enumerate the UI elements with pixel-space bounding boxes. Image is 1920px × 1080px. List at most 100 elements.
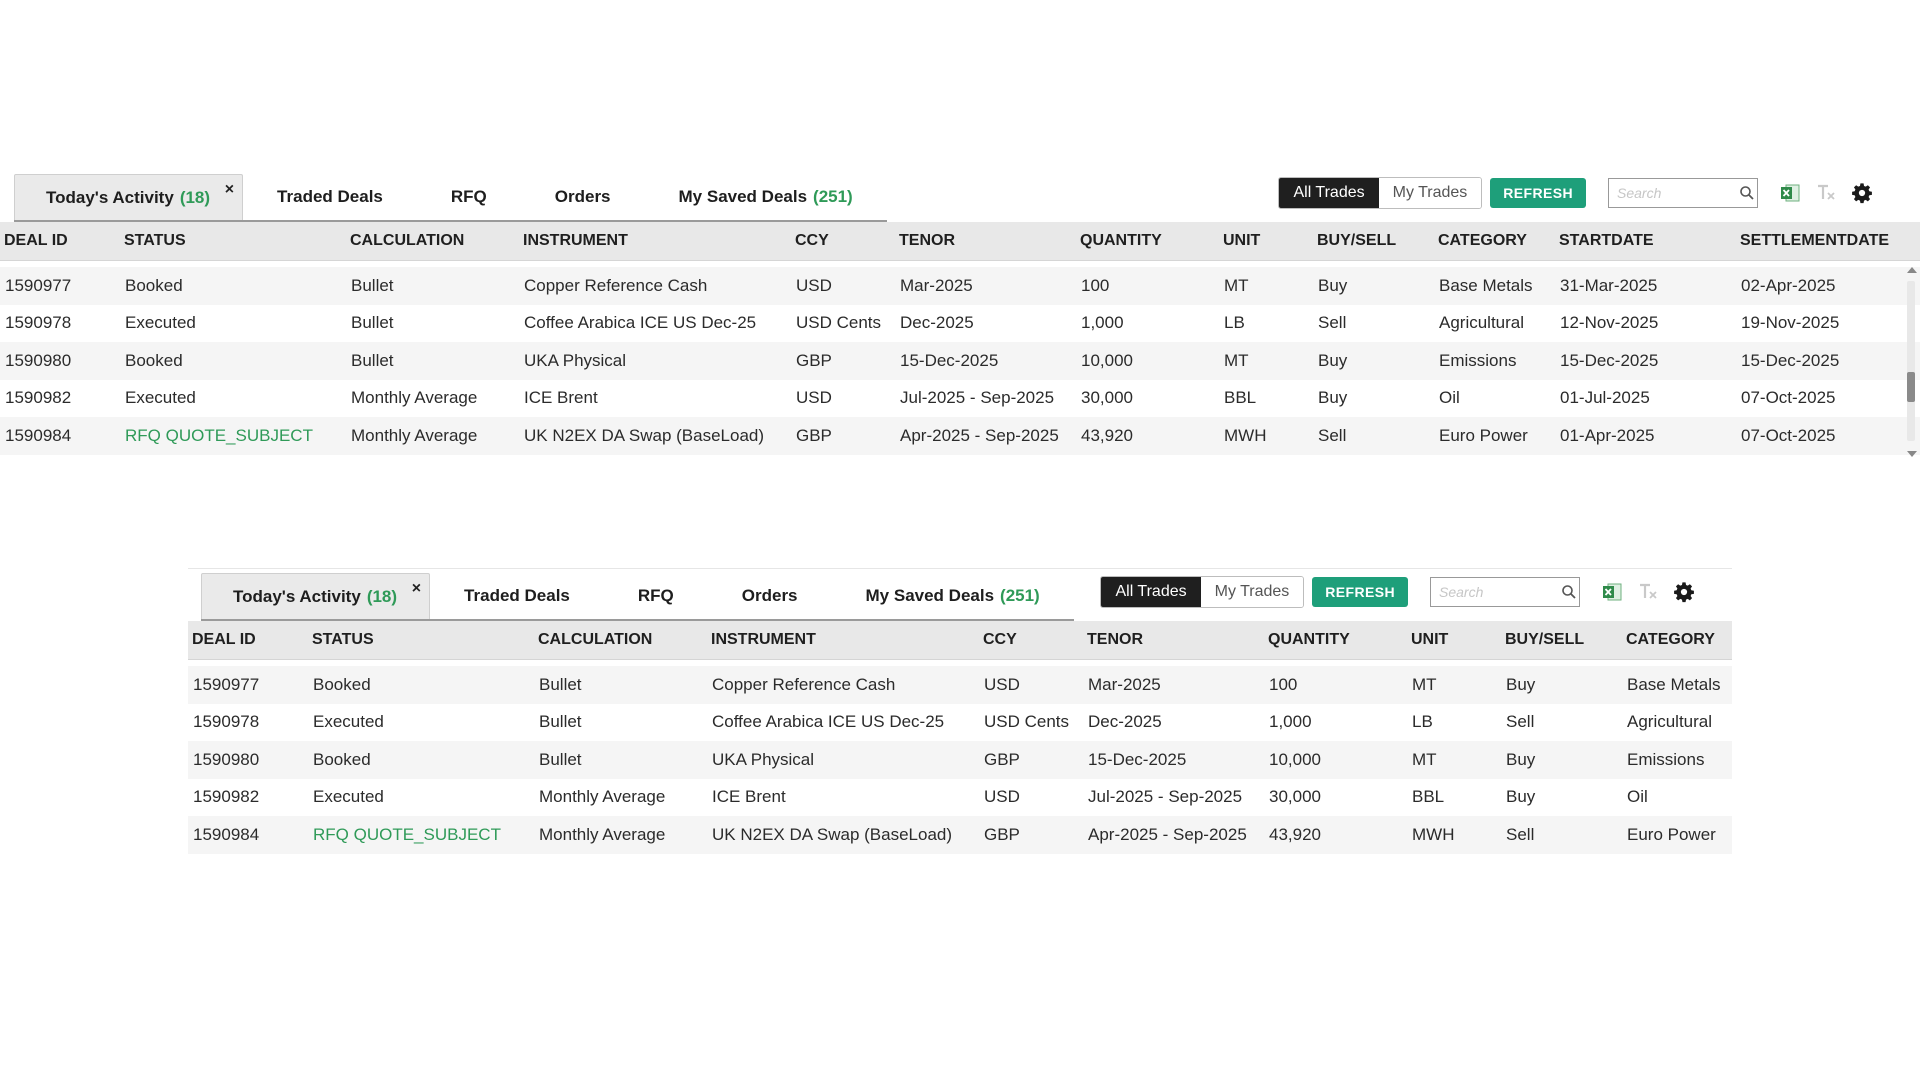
scroll-down-icon[interactable] [1907,451,1917,457]
tab-my-saved-deals[interactable]: My Saved Deals (251) [832,573,1074,619]
column-header-deal-id[interactable]: DEAL ID [0,232,120,250]
clear-filter-icon[interactable] [1808,178,1844,208]
cell-ccy: USD Cents [984,712,1070,732]
cell-calculation: Bullet [351,313,394,333]
table-row[interactable]: 1590978 Executed Bullet Coffee Arabica ICE … [188,703,1732,741]
tab-count: (251) [1000,586,1040,605]
tab-orders[interactable]: Orders [521,174,645,220]
cell-instrument: UKA Physical [712,749,815,769]
cell-status: Booked [125,350,183,370]
cell-deal-id: 1590978 [193,712,260,732]
tab-rfq[interactable]: RFQ [604,573,708,619]
cell-instrument: UK N2EX DA Swap (BaseLoad) [524,425,765,445]
tab-traded-deals[interactable]: Traded Deals [430,573,604,619]
cell-buy-sell: Buy [1318,388,1348,408]
close-icon[interactable]: × [225,181,234,199]
excel-export-icon[interactable] [1772,178,1808,208]
table-row[interactable]: 1590984 RFQ QUOTE_SUBJECT Monthly Average U… [188,816,1732,854]
cell-unit: LB [1412,712,1433,732]
toolbar-controls: All Trades My Trades REFRESH [1100,575,1702,609]
cell-unit: MT [1412,749,1437,769]
cell-ccy: USD Cents [796,313,882,333]
cell-category: Agricultural [1439,313,1525,333]
column-header-tenor[interactable]: TENOR [1083,631,1264,649]
column-header-status[interactable]: STATUS [120,232,346,250]
cell-unit: MT [1224,350,1249,370]
cell-deal-id: 1590980 [193,749,260,769]
cell-startdate: 31-Mar-2025 [1560,275,1658,295]
cell-tenor: Mar-2025 [1088,674,1161,694]
column-header-category[interactable]: CATEGORY [1622,631,1732,649]
table-row[interactable]: 1590984 RFQ QUOTE_SUBJECT Monthly Average U… [0,417,1920,455]
table-row[interactable]: 1590980 Booked Bullet UKA Physical GBP 15-Dec… [188,741,1732,779]
all-trades-button[interactable]: All Trades [1279,178,1379,208]
column-header-quantity[interactable]: QUANTITY [1076,232,1219,250]
clear-filter-icon[interactable] [1630,577,1666,607]
cell-category: Base Metals [1627,674,1721,694]
column-header-ccy[interactable]: CCY [791,232,895,250]
cell-instrument: Copper Reference Cash [712,674,896,694]
column-header-tenor[interactable]: TENOR [895,232,1076,250]
gear-icon[interactable] [1844,178,1880,208]
gear-icon[interactable] [1666,577,1702,607]
column-header-instrument[interactable]: INSTRUMENT [519,232,791,250]
scroll-up-icon[interactable] [1907,267,1917,273]
scroll-track[interactable] [1907,281,1915,441]
column-header-calculation[interactable]: CALCULATION [346,232,519,250]
column-header-category[interactable]: CATEGORY [1434,232,1555,250]
tab-my-saved-deals[interactable]: My Saved Deals (251) [645,174,887,220]
search-icon[interactable] [1737,182,1757,204]
tab-rfq[interactable]: RFQ [417,174,521,220]
trades-panel-top: Today's Activity (18) × Traded Deals RFQ… [0,170,1920,457]
search-input[interactable] [1437,583,1559,601]
cell-calculation: Bullet [539,712,582,732]
vertical-scrollbar[interactable] [1904,267,1920,457]
table-row[interactable]: 1590978 Executed Bullet Coffee Arabica ICE … [0,304,1920,342]
tab-todays-activity[interactable]: Today's Activity (18) × [14,174,244,220]
table-row[interactable]: 1590977 Booked Bullet Copper Reference Cash… [0,267,1920,305]
column-header-instrument[interactable]: INSTRUMENT [707,631,979,649]
column-header-unit[interactable]: UNIT [1219,232,1313,250]
column-header-buy-sell[interactable]: BUY/SELL [1313,232,1434,250]
tab-orders[interactable]: Orders [708,573,832,619]
tab-label: Today's Activity [46,187,174,207]
column-header-quantity[interactable]: QUANTITY [1264,631,1407,649]
cell-calculation: Bullet [539,674,582,694]
my-trades-button[interactable]: My Trades [1378,178,1482,208]
column-header-ccy[interactable]: CCY [979,631,1083,649]
column-header-buy-sell[interactable]: BUY/SELL [1501,631,1622,649]
column-header-startdate[interactable]: STARTDATE [1555,232,1736,250]
excel-export-icon[interactable] [1594,577,1630,607]
cell-quantity: 1,000 [1081,313,1124,333]
column-header-status[interactable]: STATUS [308,631,534,649]
table-row[interactable]: 1590977 Booked Bullet Copper Reference Cash… [188,666,1732,704]
close-icon[interactable]: × [412,580,421,598]
column-header-settlementdate[interactable]: SETTLEMENTDATE [1736,232,1920,250]
cell-status: RFQ QUOTE_SUBJECT [313,824,501,844]
refresh-button[interactable]: REFRESH [1490,178,1586,208]
cell-startdate: 12-Nov-2025 [1560,313,1659,333]
column-header-unit[interactable]: UNIT [1407,631,1501,649]
refresh-button[interactable]: REFRESH [1312,577,1408,607]
table-row[interactable]: 1590980 Booked Bullet UKA Physical GBP 15-Dec… [0,342,1920,380]
trades-filter-toggle: All Trades My Trades [1278,177,1483,209]
tab-traded-deals[interactable]: Traded Deals [243,174,417,220]
cell-settlementdate: 07-Oct-2025 [1741,425,1836,445]
tab-todays-activity[interactable]: Today's Activity (18) × [201,573,431,619]
table-row[interactable]: 1590982 Executed Monthly Average ICE Brent U… [188,778,1732,816]
table-row[interactable]: 1590982 Executed Monthly Average ICE Brent U… [0,379,1920,417]
scroll-thumb[interactable] [1907,372,1915,402]
column-header-deal-id[interactable]: DEAL ID [188,631,308,649]
my-trades-button[interactable]: My Trades [1200,577,1304,607]
all-trades-button[interactable]: All Trades [1101,577,1201,607]
grid-header: DEAL ID STATUS CALCULATION INSTRUMENT CCY TEN… [0,222,1920,261]
search-icon[interactable] [1559,581,1579,603]
search-input[interactable] [1615,184,1737,202]
cell-deal-id: 1590980 [5,350,72,370]
column-header-calculation[interactable]: CALCULATION [534,631,707,649]
cell-calculation: Monthly Average [539,824,666,844]
cell-ccy: GBP [796,425,832,445]
panel-toolbar: Today's Activity (18) × Traded Deals RFQ… [188,569,1732,621]
cell-quantity: 1,000 [1269,712,1312,732]
cell-ccy: USD [796,388,832,408]
